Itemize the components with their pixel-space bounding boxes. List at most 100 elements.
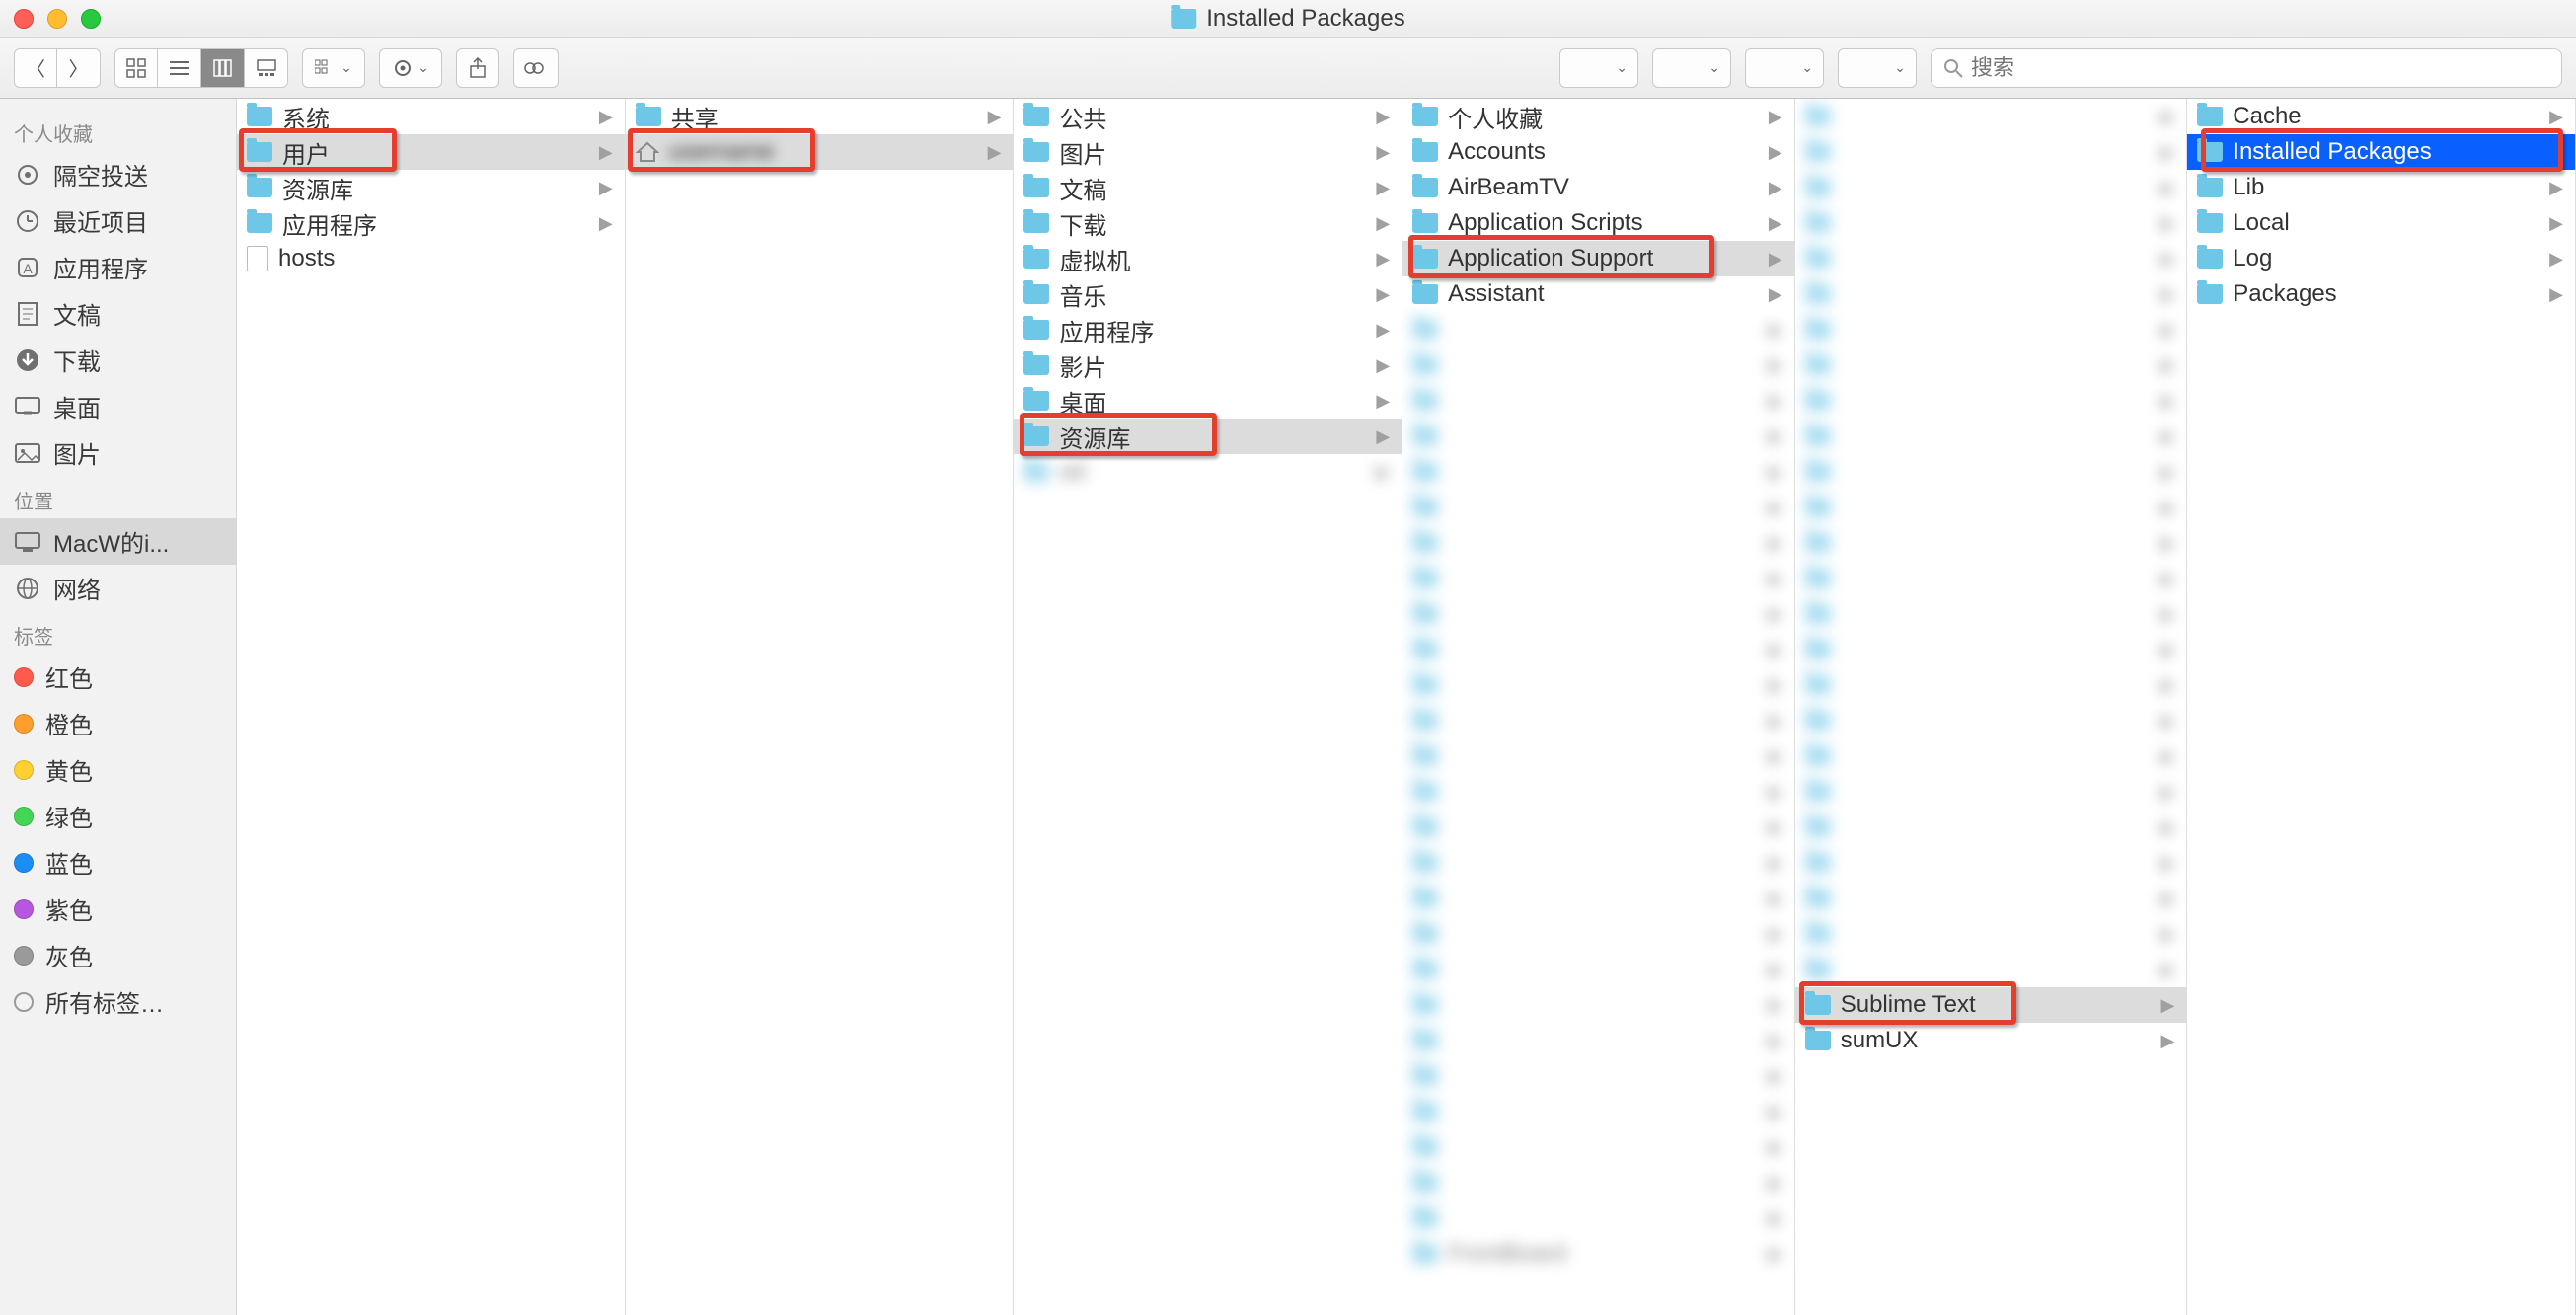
list-item[interactable]: 应用程序▶ (237, 205, 625, 241)
close-button[interactable] (14, 9, 34, 29)
sidebar-item[interactable]: 紫色 (0, 886, 236, 932)
list-item[interactable]: ▶ (1402, 738, 1794, 774)
dropdown-1[interactable]: ⌄ (1559, 48, 1638, 88)
list-item[interactable]: 影片▶ (1014, 348, 1402, 383)
list-item[interactable]: ▶ (1402, 774, 1794, 810)
forward-button[interactable]: 〉 (57, 48, 101, 88)
list-item[interactable]: ▶ (1795, 454, 2187, 490)
list-item[interactable]: ▶ (1795, 774, 2187, 810)
sidebar-item[interactable]: 桌面 (0, 383, 236, 429)
list-item[interactable]: Cache▶ (2187, 99, 2575, 134)
list-view-button[interactable] (158, 48, 201, 88)
list-item[interactable]: ▶ (1795, 134, 2187, 170)
list-item[interactable]: ▶ (1402, 348, 1794, 383)
list-item[interactable]: Local▶ (2187, 205, 2575, 241)
list-item[interactable]: ▶ (1795, 348, 2187, 383)
list-item[interactable]: ▶ (1795, 241, 2187, 276)
list-item[interactable]: Sublime Text▶ (1795, 987, 2187, 1023)
sidebar-item[interactable]: 灰色 (0, 932, 236, 978)
sidebar-item[interactable]: 蓝色 (0, 839, 236, 886)
list-item[interactable]: Application Scripts▶ (1402, 205, 1794, 241)
list-item[interactable]: ▶ (1402, 987, 1794, 1023)
list-item[interactable]: ▶ (1402, 1023, 1794, 1058)
list-item[interactable]: ▶ (1795, 561, 2187, 596)
list-item[interactable]: Lib▶ (2187, 170, 2575, 205)
list-item[interactable]: 资源库▶ (1014, 419, 1402, 454)
list-item[interactable]: Installed Packages (2187, 134, 2575, 170)
dropdown-3[interactable]: ⌄ (1745, 48, 1824, 88)
list-item[interactable]: ▶ (1795, 170, 2187, 205)
list-item[interactable]: Accounts▶ (1402, 134, 1794, 170)
list-item[interactable]: 图片▶ (1014, 134, 1402, 170)
list-item[interactable]: ▶ (1402, 845, 1794, 881)
list-item[interactable]: Packages▶ (2187, 276, 2575, 312)
list-item[interactable]: 用户▶ (237, 134, 625, 170)
tags-button[interactable] (513, 48, 559, 88)
list-item[interactable]: ▶ (1402, 881, 1794, 916)
list-item[interactable]: ▶ (1795, 419, 2187, 454)
action-button[interactable]: ⌄ (379, 48, 442, 88)
list-item[interactable]: ▶ (1402, 383, 1794, 419)
search-field[interactable] (1931, 48, 2562, 88)
search-input[interactable] (1971, 55, 2549, 81)
list-item[interactable]: ▶ (1402, 952, 1794, 987)
list-item[interactable]: 音乐▶ (1014, 276, 1402, 312)
list-item[interactable]: ad▶ (1014, 454, 1402, 490)
list-item[interactable]: 桌面▶ (1014, 383, 1402, 419)
list-item[interactable]: Assistant▶ (1402, 276, 1794, 312)
list-item[interactable]: ▶ (1795, 916, 2187, 952)
list-item[interactable]: ▶ (1795, 810, 2187, 845)
list-item[interactable]: ▶ (1795, 845, 2187, 881)
list-item[interactable]: ▶ (1402, 703, 1794, 738)
list-item[interactable]: ▶ (1795, 490, 2187, 525)
list-item[interactable]: ▶ (1402, 525, 1794, 561)
list-item[interactable]: ▶ (1795, 881, 2187, 916)
list-item[interactable]: 应用程序▶ (1014, 312, 1402, 348)
list-item[interactable]: ▶ (1402, 561, 1794, 596)
list-item[interactable]: ▶ (1402, 1165, 1794, 1200)
list-item[interactable]: ▶ (1402, 454, 1794, 490)
sidebar-item[interactable]: 网络 (0, 565, 236, 611)
list-item[interactable]: ▶ (1402, 596, 1794, 632)
list-item[interactable]: ▶ (1795, 312, 2187, 348)
back-button[interactable]: 〈 (14, 48, 57, 88)
list-item[interactable]: ▶ (1402, 810, 1794, 845)
sidebar-item[interactable]: 橙色 (0, 700, 236, 746)
sidebar-item[interactable]: 隔空投送 (0, 151, 236, 197)
list-item[interactable]: Application Support▶ (1402, 241, 1794, 276)
list-item[interactable]: ▶ (1795, 205, 2187, 241)
list-item[interactable]: ▶ (1795, 738, 2187, 774)
list-item[interactable]: ▶ (1402, 312, 1794, 348)
sidebar-item[interactable]: 最近项目 (0, 197, 236, 244)
list-item[interactable]: Log▶ (2187, 241, 2575, 276)
list-item[interactable]: ▶ (1795, 383, 2187, 419)
list-item[interactable]: ▶ (1795, 632, 2187, 667)
list-item[interactable]: hosts (237, 241, 625, 276)
list-item[interactable]: 文稿▶ (1014, 170, 1402, 205)
sidebar-item[interactable]: 图片 (0, 429, 236, 476)
sidebar-item[interactable]: 所有标签… (0, 978, 236, 1025)
list-item[interactable]: AirBeamTV▶ (1402, 170, 1794, 205)
list-item[interactable]: ▶ (1402, 632, 1794, 667)
group-button[interactable]: ⌄ (302, 48, 365, 88)
list-item[interactable]: 虚拟机▶ (1014, 241, 1402, 276)
dropdown-4[interactable]: ⌄ (1838, 48, 1917, 88)
list-item[interactable]: ▶ (1795, 952, 2187, 987)
sidebar-item[interactable]: A应用程序 (0, 244, 236, 290)
list-item[interactable]: ▶ (1402, 1129, 1794, 1165)
list-item[interactable]: ▶ (1402, 1200, 1794, 1236)
list-item[interactable]: ▶ (1402, 1094, 1794, 1129)
maximize-button[interactable] (81, 9, 101, 29)
list-item[interactable]: ▶ (1795, 276, 2187, 312)
list-item[interactable]: sumUX▶ (1795, 1023, 2187, 1058)
list-item[interactable]: ▶ (1402, 419, 1794, 454)
list-item[interactable]: ▶ (1795, 667, 2187, 703)
list-item[interactable]: FrontBoard▶ (1402, 1236, 1794, 1272)
list-item[interactable]: ▶ (1402, 490, 1794, 525)
list-item[interactable]: 公共▶ (1014, 99, 1402, 134)
sidebar-item[interactable]: 红色 (0, 654, 236, 700)
list-item[interactable]: ▶ (1402, 1058, 1794, 1094)
dropdown-2[interactable]: ⌄ (1652, 48, 1731, 88)
list-item[interactable]: ▶ (1402, 916, 1794, 952)
sidebar-item[interactable]: 下载 (0, 337, 236, 383)
